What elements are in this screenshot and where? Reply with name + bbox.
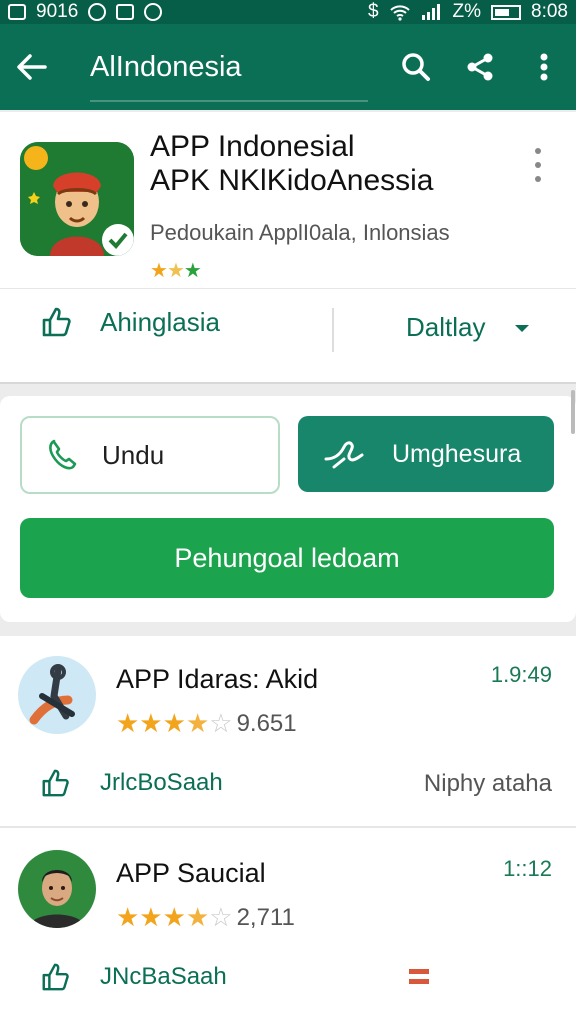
thumbs-up-icon <box>42 769 69 797</box>
page-title: AlIndonesia <box>90 24 384 110</box>
battery-icon <box>491 4 522 20</box>
like-button[interactable]: JNcBaSaah <box>40 962 227 992</box>
list-item[interactable]: APP Idaras: Akid ★★★ ★ ☆ 9.651 1.9:49 Jrlc… <box>0 636 576 828</box>
umghesura-label: Umghesura <box>392 439 522 468</box>
search-icon[interactable] <box>384 35 448 99</box>
share-icon[interactable] <box>448 35 512 99</box>
battery-text: Z% <box>452 1 482 22</box>
dropdown-label: Daltlay <box>406 312 486 342</box>
app-bar: AlIndonesia <box>0 24 576 110</box>
like-button[interactable]: JrlcBoSaah <box>40 768 223 798</box>
rating-count: 9.651 <box>236 709 297 737</box>
list-item-title: APP Saucial <box>116 858 266 888</box>
more-vert-icon[interactable] <box>512 35 576 99</box>
app-header-card: APP Indonesial APK NKlKidoAnessia Pedouk… <box>0 112 576 384</box>
category-dropdown[interactable]: Daltlay <box>406 312 531 343</box>
list-item[interactable]: APP Saucial ★★★ ★ ☆ 2,711 1::12 JNcBaSaah <box>0 830 576 1022</box>
divider <box>0 288 576 289</box>
status-left-text: 9016 <box>36 1 79 22</box>
list-item-time: 1.9:49 <box>490 662 552 687</box>
like-label: JNcBaSaah <box>100 963 227 990</box>
status-bar: 9016 $ Z% 8:08 <box>0 0 576 24</box>
list-item-time: 1::12 <box>503 856 552 881</box>
rating-stars: ★★★ <box>150 260 202 282</box>
chevron-down-icon <box>515 324 530 332</box>
phone-icon <box>49 439 77 470</box>
status-time: 8:08 <box>531 1 568 22</box>
wifi-icon <box>389 5 410 21</box>
vertical-divider <box>332 308 334 352</box>
app-list: APP Idaras: Akid ★★★ ★ ☆ 9.651 1.9:49 Jrlc… <box>0 636 576 1024</box>
avatar <box>18 850 96 928</box>
rating-stars: ★★★ ★ ☆ 9.651 <box>116 708 297 738</box>
vpn-icon: $ <box>367 1 379 22</box>
like-button[interactable]: Ahinglasia <box>40 306 220 338</box>
signature-icon <box>324 441 364 469</box>
menu-lines-icon[interactable] <box>408 966 430 993</box>
developer-name: Pedoukain ApplI0ala, Inlonsias <box>150 220 450 245</box>
primary-action-button[interactable]: Pehungoal ledoam <box>20 518 554 598</box>
rating-stars: ★★★ ★ ☆ 2,711 <box>116 902 295 932</box>
list-item-title: APP Idaras: Akid <box>116 664 319 694</box>
scrollbar[interactable] <box>571 390 575 434</box>
thumbs-up-icon <box>42 307 71 337</box>
like-label: Ahinglasia <box>100 306 220 337</box>
thumbs-up-icon <box>42 963 69 991</box>
primary-action-label: Pehungoal ledoam <box>174 542 400 573</box>
image-notification-icon <box>116 4 135 20</box>
more-options-icon[interactable] <box>530 148 546 182</box>
rating-count: 2,711 <box>236 903 295 931</box>
circle-notification-icon <box>88 3 107 21</box>
umghesura-button[interactable]: Umghesura <box>298 416 554 492</box>
app-title-line2: APK NKlKidoAnessia <box>150 164 434 197</box>
app-icon <box>20 142 134 256</box>
undu-button[interactable]: Undu <box>20 416 280 494</box>
undu-label: Undu <box>102 439 165 470</box>
photo-icon <box>8 4 26 20</box>
sync-icon <box>144 3 163 21</box>
list-item-right-text: Niphy ataha <box>423 770 552 797</box>
app-title-line1: APP Indonesial <box>150 130 355 163</box>
avatar <box>18 656 96 734</box>
back-arrow-icon[interactable] <box>0 37 64 97</box>
signal-icon <box>421 4 440 20</box>
like-label: JrlcBoSaah <box>100 769 223 796</box>
actions-card: Undu Umghesura Pehungoal ledoam <box>0 396 576 622</box>
